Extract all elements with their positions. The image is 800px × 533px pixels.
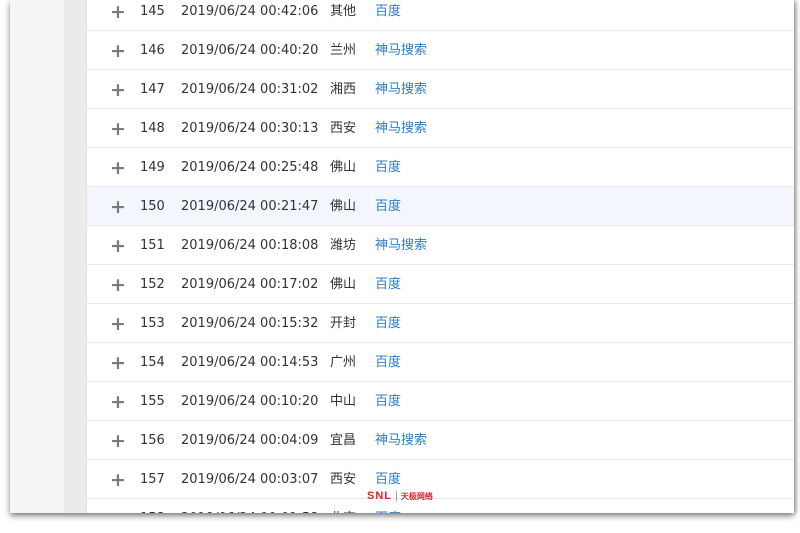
row-index: 146 (140, 43, 165, 58)
row-index: 151 (140, 238, 165, 253)
row-index: 154 (140, 355, 165, 370)
visit-time: 2019/06/24 00:42:06 (181, 4, 319, 19)
visit-city: 潍坊 (330, 238, 357, 253)
visit-time: 2019/06/24 00:01:58 (181, 499, 318, 513)
visit-time: 2019/06/24 00:14:53 (181, 355, 319, 370)
expand-row-icon[interactable]: + (110, 148, 126, 187)
expand-row-icon[interactable]: + (110, 421, 126, 460)
row-index: 152 (140, 277, 165, 292)
visit-city: 湘西 (330, 82, 357, 97)
visit-time: 2019/06/24 00:18:08 (181, 238, 319, 253)
expand-row-icon[interactable]: + (110, 0, 126, 31)
table-row[interactable]: +152 2019/06/24 00:17:02 佛山 百度 (87, 265, 794, 304)
visit-city: 西安 (330, 472, 357, 487)
visit-city: 西安 (330, 121, 357, 136)
source-link[interactable]: 神马搜索 (375, 421, 427, 460)
table-row[interactable]: +154 2019/06/24 00:14:53 广州 百度 (87, 343, 794, 382)
row-index: 147 (140, 82, 165, 97)
expand-row-icon[interactable]: + (110, 382, 126, 421)
visit-city: 兰州 (330, 43, 357, 58)
visit-city: 宜昌 (330, 433, 357, 448)
visit-time: 2019/06/24 00:04:09 (181, 433, 319, 448)
source-link[interactable]: 神马搜索 (375, 109, 427, 148)
row-index: 155 (140, 394, 165, 409)
watermark-brand: SNL (367, 490, 392, 502)
expand-row-icon[interactable]: + (110, 343, 126, 382)
visit-time: 2019/06/24 00:10:20 (181, 394, 319, 409)
visit-city: 开封 (330, 316, 357, 331)
row-index: 149 (140, 160, 165, 175)
row-index: 145 (140, 4, 165, 19)
visit-city: 佛山 (330, 277, 357, 292)
watermark-separator: | (395, 490, 398, 502)
source-link[interactable]: 百度 (375, 148, 401, 187)
expand-row-icon[interactable]: + (110, 265, 126, 304)
visit-time: 2019/06/24 00:03:07 (181, 472, 319, 487)
visit-city: 中山 (330, 394, 357, 409)
expand-row-icon[interactable]: + (110, 304, 126, 343)
row-index: 153 (140, 316, 165, 331)
table-row[interactable]: +146 2019/06/24 00:40:20 兰州 神马搜索 (87, 31, 794, 70)
watermark-logo: SNL | 天极网络 (367, 490, 433, 502)
table-row[interactable]: +153 2019/06/24 00:15:32 开封 百度 (87, 304, 794, 343)
window-frame: +145 2019/06/24 00:42:06 其他 百度 +146 2019/06/2… (10, 0, 794, 513)
left-panel (10, 0, 64, 513)
table-row[interactable]: +157 2019/06/24 00:03:07 西安 百度 (87, 460, 794, 499)
visit-time: 2019/06/24 00:25:48 (181, 160, 319, 175)
source-link[interactable]: 神马搜索 (375, 70, 427, 109)
visit-city: 佛山 (330, 160, 357, 175)
source-link[interactable]: 神马搜索 (375, 31, 427, 70)
expand-row-icon[interactable]: + (110, 109, 126, 148)
table-row[interactable]: +156 2019/06/24 00:04:09 宜昌 神马搜索 (87, 421, 794, 460)
row-index: 157 (140, 472, 165, 487)
table-row[interactable]: +1582019/06/24 00:01:58北京百度 (87, 499, 794, 513)
expand-row-icon[interactable]: + (110, 226, 126, 265)
expand-row-icon[interactable]: + (110, 187, 126, 226)
table-row[interactable]: +151 2019/06/24 00:18:08 潍坊 神马搜索 (87, 226, 794, 265)
expand-row-icon[interactable]: + (110, 499, 126, 513)
visit-city: 北京 (330, 499, 356, 513)
expand-row-icon[interactable]: + (110, 460, 126, 499)
source-link[interactable]: 百度 (375, 0, 401, 31)
visit-city: 广州 (330, 355, 357, 370)
row-index: 158 (140, 499, 165, 513)
source-link[interactable]: 百度 (375, 382, 401, 421)
visit-time: 2019/06/24 00:15:32 (181, 316, 319, 331)
source-link[interactable]: 百度 (375, 187, 401, 226)
visit-city: 佛山 (330, 199, 357, 214)
table-row[interactable]: +148 2019/06/24 00:30:13 西安 神马搜索 (87, 109, 794, 148)
row-index: 156 (140, 433, 165, 448)
table-row[interactable]: +145 2019/06/24 00:42:06 其他 百度 (87, 0, 794, 31)
side-strip (64, 0, 87, 513)
table-row[interactable]: +147 2019/06/24 00:31:02 湘西 神马搜索 (87, 70, 794, 109)
visit-time: 2019/06/24 00:21:47 (181, 199, 319, 214)
table-row[interactable]: +150 2019/06/24 00:21:47 佛山 百度 (87, 187, 794, 226)
expand-row-icon[interactable]: + (110, 31, 126, 70)
watermark-text: 天极网络 (400, 492, 433, 501)
visit-city: 其他 (330, 4, 357, 19)
visit-time: 2019/06/24 00:40:20 (181, 43, 319, 58)
row-index: 150 (140, 199, 165, 214)
source-link[interactable]: 百度 (375, 265, 401, 304)
row-index: 148 (140, 121, 165, 136)
visit-time: 2019/06/24 00:30:13 (181, 121, 319, 136)
table-row[interactable]: +155 2019/06/24 00:10:20 中山 百度 (87, 382, 794, 421)
source-link[interactable]: 百度 (375, 304, 401, 343)
expand-row-icon[interactable]: + (110, 70, 126, 109)
source-link[interactable]: 神马搜索 (375, 226, 427, 265)
visit-time: 2019/06/24 00:17:02 (181, 277, 319, 292)
table-row[interactable]: +149 2019/06/24 00:25:48 佛山 百度 (87, 148, 794, 187)
visit-time: 2019/06/24 00:31:02 (181, 82, 319, 97)
visit-log-table: +145 2019/06/24 00:42:06 其他 百度 +146 2019/06/2… (87, 0, 794, 513)
source-link[interactable]: 百度 (375, 343, 401, 382)
